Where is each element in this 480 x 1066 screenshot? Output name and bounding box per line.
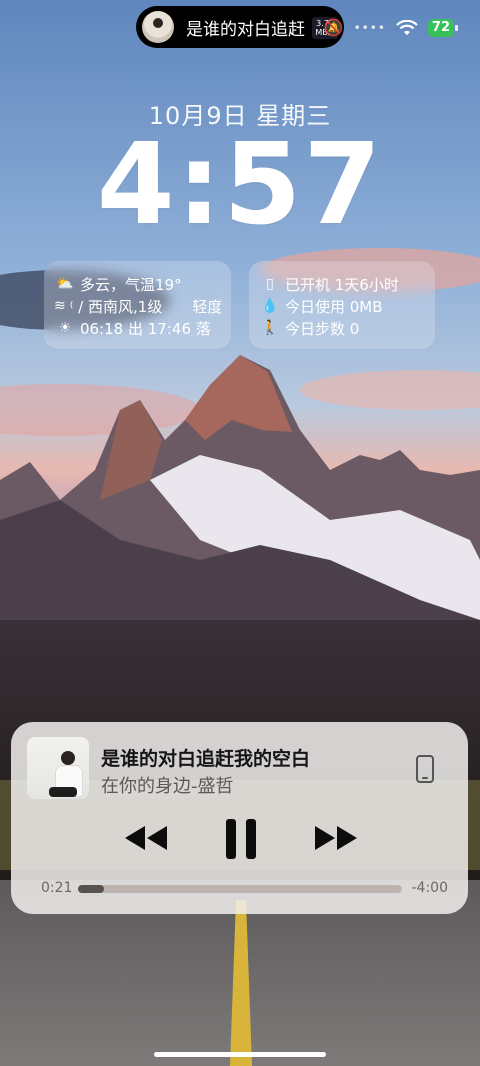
drop-icon: 💧 xyxy=(261,298,279,314)
album-art-person-head xyxy=(61,751,75,765)
wind-icon: ≋ xyxy=(54,298,66,314)
steps-row: 🚶 今日步数 0 xyxy=(259,317,425,339)
data-usage-text: 今日使用 0MB xyxy=(285,297,383,316)
music-player-card[interactable]: 是谁的对白追赶我的空白 在你的身边-盛哲 0:21 -4:00 xyxy=(11,722,468,914)
device-usage-widget[interactable]: ▯ 已开机 1天6小时 💧 今日使用 0MB 🚶 今日步数 0 xyxy=(249,261,435,349)
weather-sun-times: 06:18 出 17:46 落 xyxy=(80,319,211,338)
weather-widget[interactable]: ⛅ 多云，气温19° ≋ ⁽ / 西南风,1级 轻度 ☀ 06:18 出 17:… xyxy=(44,261,231,349)
lock-clock: 4:57 xyxy=(96,120,384,250)
weather-condition-row: ⛅ 多云，气温19° xyxy=(54,273,221,295)
data-usage-row: 💧 今日使用 0MB xyxy=(259,295,425,317)
dynamic-island-music[interactable]: 是谁的对白追赶 3.75 MB/s xyxy=(136,6,344,48)
album-art[interactable] xyxy=(27,737,89,799)
song-artist: 在你的身边-盛哲 xyxy=(101,776,234,797)
walk-icon: 🚶 xyxy=(261,320,279,336)
remaining-time: -4:00 xyxy=(411,880,449,896)
album-art-person-legs xyxy=(49,787,77,797)
weather-wind-row: ≋ ⁽ / 西南风,1级 轻度 xyxy=(54,295,221,317)
cloud-sun-icon: ⛅ xyxy=(56,276,74,292)
sunrise-icon: ☀ xyxy=(58,320,72,336)
bell-muted-icon: 🔕 xyxy=(323,18,344,37)
steps-text: 今日步数 0 xyxy=(285,319,360,338)
wifi-icon xyxy=(396,19,418,35)
song-avatar-icon xyxy=(142,11,174,43)
signal-dots: •••• xyxy=(353,20,386,35)
home-indicator[interactable] xyxy=(154,1052,326,1057)
uptime-row: ▯ 已开机 1天6小时 xyxy=(259,273,425,295)
progress-fill xyxy=(78,885,104,893)
weather-condition: 多云，气温19° xyxy=(80,275,182,294)
weather-wind: ⁽ / 西南风,1级 轻度 xyxy=(69,297,221,316)
song-title: 是谁的对白追赶我的空白 xyxy=(101,748,311,770)
rewind-icon[interactable] xyxy=(123,818,169,858)
output-device-icon[interactable] xyxy=(416,755,434,783)
uptime-text: 已开机 1天6小时 xyxy=(285,275,399,294)
status-song-title: 是谁的对白追赶 xyxy=(186,19,305,40)
fast-forward-icon[interactable] xyxy=(313,818,359,858)
elapsed-time: 0:21 xyxy=(41,880,73,896)
weather-sun-row: ☀ 06:18 出 17:46 落 xyxy=(54,317,221,339)
status-icons: 🔕 •••• 72 xyxy=(323,18,459,37)
progress-slider[interactable] xyxy=(78,885,402,893)
battery-level: 72 xyxy=(427,18,459,37)
pause-icon[interactable] xyxy=(225,818,257,860)
phone-icon: ▯ xyxy=(266,276,274,292)
